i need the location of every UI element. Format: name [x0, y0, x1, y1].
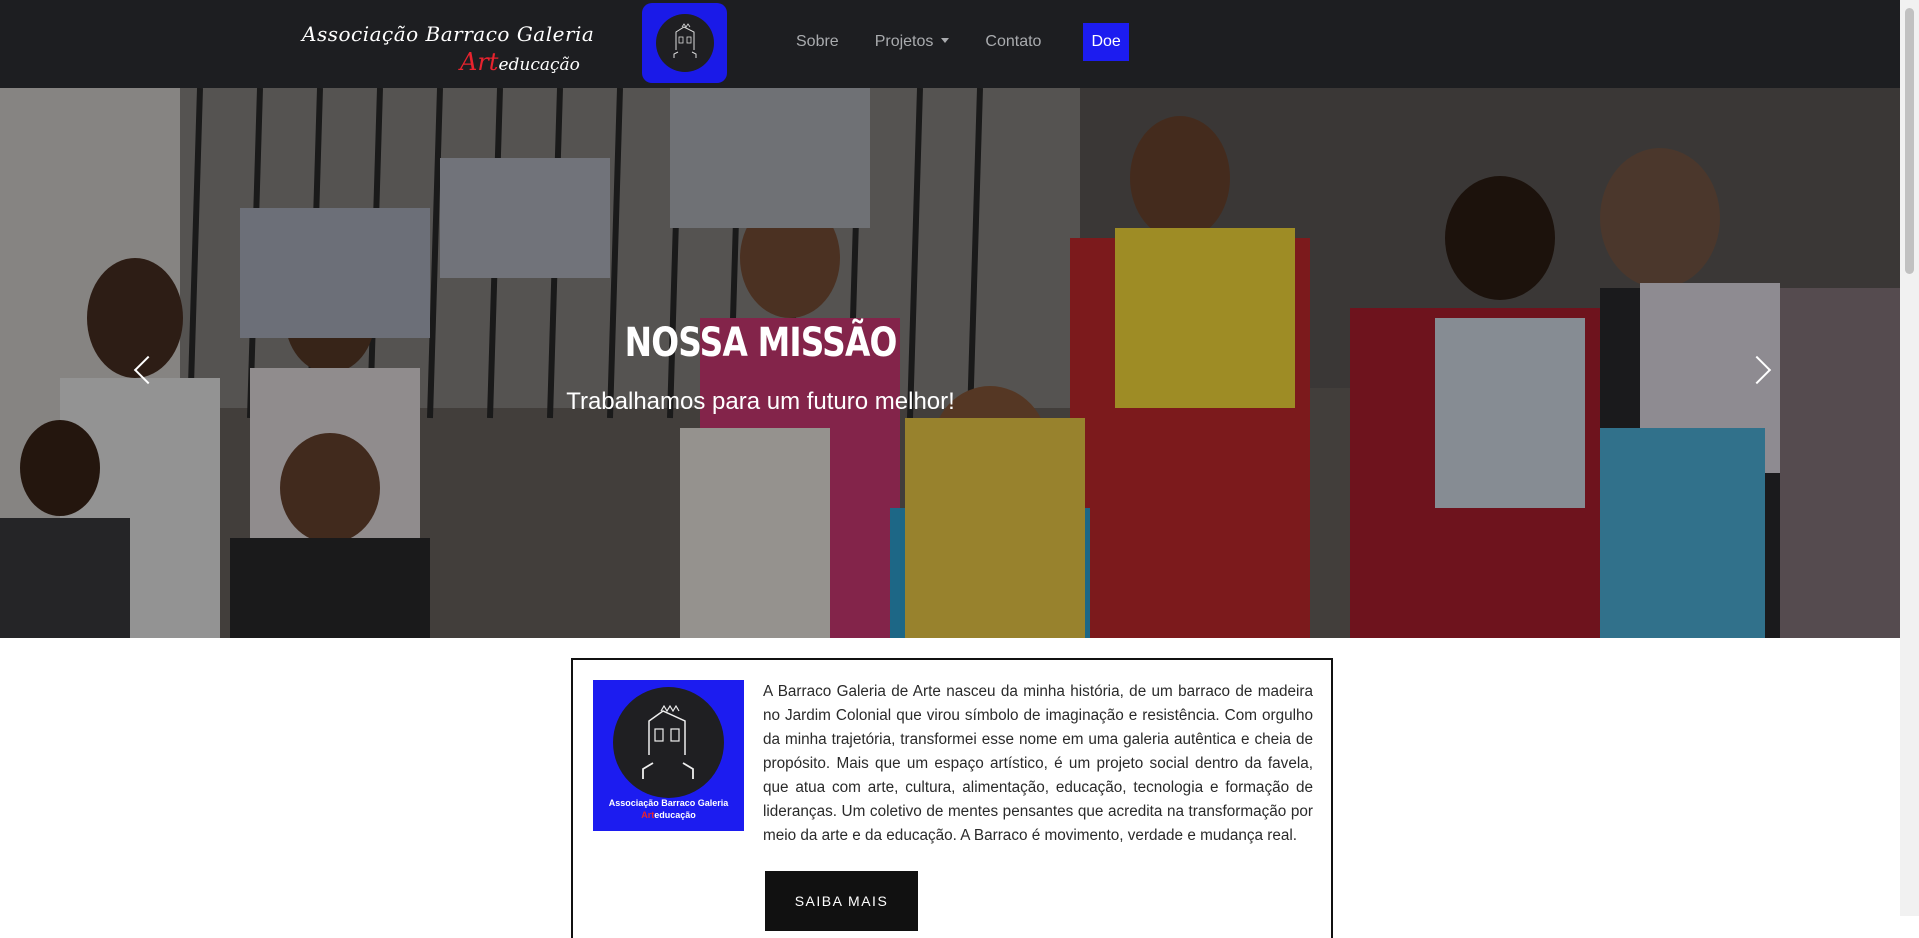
- home-logo-button[interactable]: [642, 3, 727, 83]
- chevron-right-icon: [1742, 355, 1772, 385]
- hero-subtitle: Trabalhamos para um futuro melhor!: [566, 388, 955, 415]
- donate-button[interactable]: Doe: [1083, 23, 1129, 61]
- navbar: Associação Barraco Galeria Arteducação S…: [0, 0, 1900, 88]
- association-logo: Associação Barraco Galeria Arteducação: [593, 680, 744, 831]
- hero-title: NOSSA MISSÃO: [624, 320, 898, 366]
- brand-name: Associação Barraco Galeria: [302, 22, 595, 46]
- nav-dropdown-projetos[interactable]: Projetos: [857, 33, 968, 51]
- nav-link-contato[interactable]: Contato: [967, 33, 1059, 51]
- about-description: A Barraco Galeria de Arte nasceu da minh…: [763, 683, 1313, 844]
- carousel-next-button[interactable]: [1741, 350, 1781, 390]
- page-scrollbar[interactable]: [1900, 0, 1919, 916]
- brand-tagline: Arteducação: [460, 48, 580, 76]
- brand-logo[interactable]: Associação Barraco Galeria Arteducação: [302, 14, 594, 76]
- nav-link-sobre[interactable]: Sobre: [778, 33, 857, 51]
- hero-carousel: NOSSA MISSÃO Trabalhamos para um futuro …: [0, 88, 1900, 638]
- saiba-mais-button[interactable]: SAIBA MAIS: [765, 871, 918, 931]
- about-card: Associação Barraco Galeria Arteducação A…: [571, 658, 1333, 938]
- house-logo-icon: [655, 14, 714, 72]
- house-logo-icon: [613, 687, 724, 798]
- logo-tagline: Arteducação: [641, 810, 696, 820]
- logo-name: Associação Barraco Galeria: [608, 798, 729, 808]
- nav-menu: Sobre Projetos Contato Doe: [778, 22, 1129, 62]
- scrollbar-thumb[interactable]: [1905, 8, 1914, 274]
